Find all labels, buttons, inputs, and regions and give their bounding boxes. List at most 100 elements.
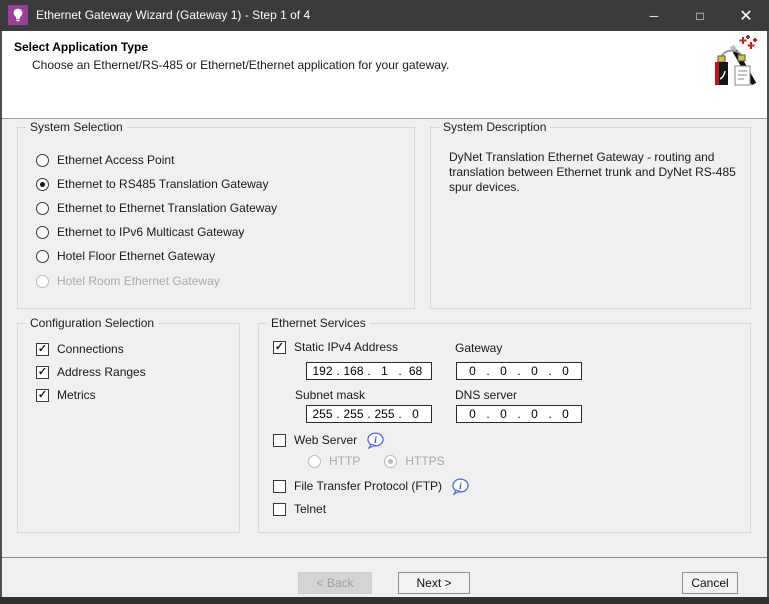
radio-option-ethernet-to-ethernet: Ethernet to Ethernet Translation Gateway: [36, 200, 277, 216]
ip-octet: 0: [469, 407, 476, 421]
ip-octet: 0: [562, 407, 569, 421]
checkbox-label: File Transfer Protocol (FTP): [294, 479, 443, 493]
info-icon[interactable]: i: [451, 477, 470, 495]
ip-octet: 0: [562, 364, 569, 378]
checkbox-label: Static IPv4 Address: [294, 340, 399, 354]
radio-option-hotel-room: Hotel Room Ethernet Gateway: [36, 273, 220, 289]
checkbox-row-connections: ✓ Connections: [36, 341, 124, 357]
radio-button[interactable]: [36, 201, 49, 215]
subnet-mask-label: Subnet mask: [295, 388, 366, 402]
ip-octet: 1: [381, 364, 388, 378]
close-button[interactable]: ✕: [723, 0, 769, 31]
next-button[interactable]: Next >: [398, 572, 470, 594]
radio-option-hotel-floor: Hotel Floor Ethernet Gateway: [36, 248, 215, 264]
checkbox-row-address-ranges: ✓ Address Ranges: [36, 364, 146, 380]
app-lightbulb-icon: [8, 5, 28, 25]
title-bar: Ethernet Gateway Wizard (Gateway 1) - St…: [0, 0, 769, 31]
ftp-checkbox[interactable]: ✓: [273, 479, 286, 493]
system-description-group: System Description DyNet Translation Eth…: [430, 120, 751, 309]
ip-octet: 0: [412, 407, 419, 421]
checkbox-label: Address Ranges: [57, 365, 146, 379]
telnet-checkbox[interactable]: ✓: [273, 502, 286, 516]
ipv4-address-input[interactable]: 192. 168. 1. 68: [306, 362, 432, 380]
ip-octet: 255: [343, 407, 364, 421]
radio-label: Hotel Floor Ethernet Gateway: [57, 249, 216, 263]
wizard-dialog: Ethernet Gateway Wizard (Gateway 1) - St…: [0, 0, 769, 604]
window-title: Ethernet Gateway Wizard (Gateway 1) - St…: [36, 8, 311, 22]
page-subtitle: Choose an Ethernet/RS-485 or Ethernet/Et…: [32, 58, 450, 72]
ethernet-services-group: Ethernet Services ✓ Static IPv4 Address …: [258, 316, 751, 533]
checkbox-row-telnet: ✓ Telnet: [273, 501, 326, 517]
minimize-button[interactable]: ─: [631, 0, 677, 31]
group-label: System Selection: [26, 120, 127, 134]
svg-text:i: i: [459, 481, 462, 491]
check-icon: ✓: [37, 388, 48, 401]
group-label: Configuration Selection: [26, 316, 159, 330]
wizard-header: Select Application Type Choose an Ethern…: [2, 31, 767, 119]
ip-octet: 0: [531, 407, 538, 421]
window-border-bottom: [0, 597, 769, 604]
radio-button[interactable]: [36, 225, 49, 239]
ip-octet: 0: [500, 407, 507, 421]
metrics-checkbox[interactable]: ✓: [36, 388, 49, 402]
system-description-text: DyNet Translation Ethernet Gateway - rou…: [449, 150, 736, 194]
checkbox-label: Metrics: [57, 388, 96, 402]
wizard-wand-icon: [715, 35, 757, 86]
radio-button[interactable]: [36, 177, 49, 191]
ip-octet: 0: [500, 364, 507, 378]
checkbox-row-ftp: ✓ File Transfer Protocol (FTP) i: [273, 477, 470, 495]
dns-server-input[interactable]: 0.0.0.0: [456, 405, 582, 423]
checkbox-row-metrics: ✓ Metrics: [36, 387, 96, 403]
system-selection-group: System Selection Ethernet Access Point E…: [17, 120, 415, 309]
checkbox-row-web-server: ✓ Web Server i: [273, 431, 385, 449]
checkbox-label: Web Server: [294, 433, 358, 447]
page-title: Select Application Type: [14, 40, 149, 54]
configuration-selection-group: Configuration Selection ✓ Connections ✓ …: [17, 316, 240, 533]
protocol-radio-row: HTTP HTTPS: [308, 453, 445, 469]
radio-label: HTTP: [329, 454, 361, 468]
radio-label: Hotel Room Ethernet Gateway: [57, 274, 220, 288]
group-label: Ethernet Services: [267, 316, 370, 330]
dns-server-label: DNS server: [455, 388, 518, 402]
radio-label: Ethernet to Ethernet Translation Gateway: [57, 201, 278, 215]
web-server-checkbox[interactable]: ✓: [273, 433, 286, 447]
gateway-label: Gateway: [455, 341, 503, 355]
static-ipv4-checkbox[interactable]: ✓: [273, 340, 286, 354]
radio-label: Ethernet to RS485 Translation Gateway: [57, 177, 269, 191]
ip-octet: 68: [408, 364, 423, 378]
radio-option-ethernet-access-point: Ethernet Access Point: [36, 152, 174, 168]
checkbox-row-static-ipv4: ✓ Static IPv4 Address: [273, 339, 398, 355]
ip-octet: 255: [374, 407, 395, 421]
gateway-address-input[interactable]: 0.0.0.0: [456, 362, 582, 380]
radio-button[interactable]: [36, 249, 49, 263]
address-ranges-checkbox[interactable]: ✓: [36, 365, 49, 379]
https-radio-button: [384, 454, 398, 468]
check-icon: ✓: [37, 365, 48, 378]
ip-octet: 255: [312, 407, 333, 421]
ip-octet: 0: [469, 364, 476, 378]
ip-octet: 0: [531, 364, 538, 378]
close-icon: ✕: [739, 7, 753, 25]
check-icon: ✓: [37, 342, 48, 355]
radio-option-ethernet-to-rs485: Ethernet to RS485 Translation Gateway: [36, 176, 268, 192]
maximize-icon: □: [696, 8, 704, 23]
http-radio-button: [308, 454, 321, 468]
subnet-mask-input[interactable]: 255. 255. 255. 0: [306, 405, 432, 423]
radio-button[interactable]: [36, 153, 49, 167]
minimize-icon: ─: [649, 8, 659, 23]
radio-label: Ethernet Access Point: [57, 153, 175, 167]
cancel-button[interactable]: Cancel: [682, 572, 738, 594]
radio-label: Ethernet to IPv6 Multicast Gateway: [57, 225, 245, 239]
info-icon[interactable]: i: [366, 431, 385, 449]
back-button: < Back: [298, 572, 372, 594]
radio-option-ipv6-multicast: Ethernet to IPv6 Multicast Gateway: [36, 224, 244, 240]
ip-octet: 168: [343, 364, 364, 378]
window-border-left: [0, 31, 2, 604]
checkbox-label: Connections: [57, 342, 124, 356]
footer-bar: [2, 558, 767, 597]
radio-label: HTTPS: [405, 454, 445, 468]
checkbox-label: Telnet: [294, 502, 327, 516]
connections-checkbox[interactable]: ✓: [36, 342, 49, 356]
check-icon: ✓: [274, 340, 285, 353]
maximize-button[interactable]: □: [677, 0, 723, 31]
